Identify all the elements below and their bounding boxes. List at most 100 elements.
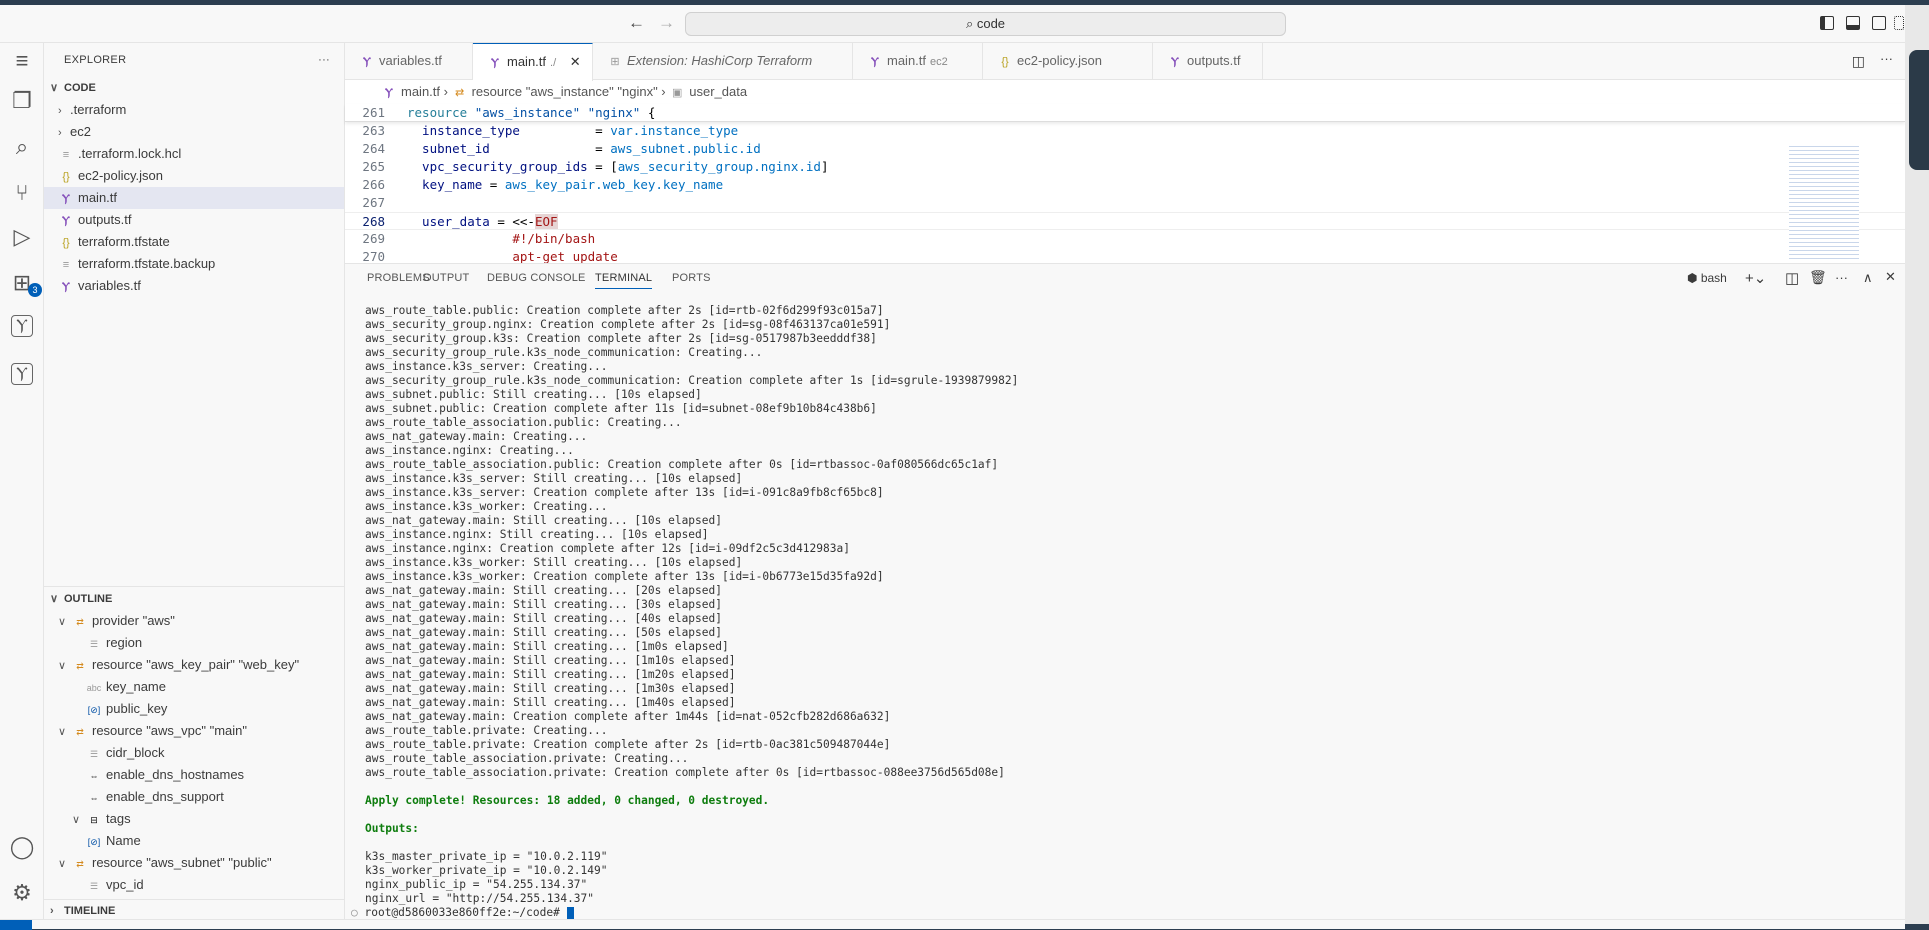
account-icon[interactable]: ◯	[8, 833, 36, 861]
trash-icon[interactable]: 🗑	[1809, 269, 1827, 286]
outline-item[interactable]: ☰ cidr_block	[44, 742, 344, 764]
tab-label: main.tf	[887, 53, 927, 68]
breadcrumb-item[interactable]: user_data	[689, 84, 747, 99]
outline-label: resource "aws_subnet" "public"	[92, 855, 272, 870]
terraform-icon[interactable]: Ⲩ	[11, 315, 33, 337]
more-actions-icon[interactable]: ···	[1880, 51, 1893, 66]
code-token: EOF	[534, 214, 558, 229]
minimap[interactable]	[1789, 143, 1859, 261]
outline-item[interactable]: ∨ ⇄ resource "aws_subnet" "public"	[44, 852, 344, 874]
toggle-secondary-sidebar-icon[interactable]	[1872, 16, 1886, 30]
section-outline[interactable]: ∨ OUTLINE	[44, 588, 344, 610]
menu-icon[interactable]: ≡	[8, 47, 36, 75]
file-item[interactable]: {} terraform.tfstate	[44, 231, 344, 253]
arrow-right-icon[interactable]: →	[658, 13, 675, 33]
terminal-line: aws_nat_gateway.main: Still creating... …	[365, 626, 722, 639]
tab-ports[interactable]: PORTS	[672, 272, 711, 284]
file-item[interactable]: Ⲩoutputs.tf	[44, 209, 344, 231]
search-icon[interactable]: ⌕	[8, 133, 36, 161]
tab-output[interactable]: OUTPUT	[423, 272, 469, 284]
extensions-icon[interactable]: ⊞ 3	[8, 269, 42, 297]
new-terminal-icon[interactable]: +⌄	[1745, 269, 1766, 287]
file-item[interactable]: Ⲩvariables.tf	[44, 275, 344, 297]
outline-item[interactable]: ∨ ⇄ resource "aws_vpc" "main"	[44, 720, 344, 742]
command-center-search[interactable]: ⌕ code	[685, 12, 1286, 36]
code-token: vpc_security_group_ids	[407, 159, 596, 174]
outline-item[interactable]: ☰ vpc_id	[44, 874, 344, 896]
outline-label: vpc_id	[106, 877, 144, 892]
terminal-line: aws_nat_gateway.main: Still creating... …	[365, 668, 736, 681]
chevron-down-icon[interactable]: ∨	[58, 611, 72, 633]
symbol-class-icon: ⇄	[76, 859, 84, 869]
code-token: subnet_id	[407, 141, 596, 156]
tab-label: variables.tf	[379, 53, 442, 68]
outline-item[interactable]: ∨ ⊟ tags	[44, 808, 344, 830]
more-actions-icon[interactable]: ···	[318, 43, 330, 77]
source-control-icon[interactable]: ⑂	[8, 179, 36, 207]
terminal-line: aws_route_table.private: Creating...	[365, 724, 608, 737]
close-panel-icon[interactable]: ✕	[1885, 269, 1896, 285]
terminal-line: aws_route_table.public: Creation complet…	[365, 304, 884, 317]
section-code[interactable]: ∨ CODE	[44, 77, 344, 99]
tab-terminal[interactable]: TERMINAL	[595, 272, 653, 289]
settings-gear-icon[interactable]: ⚙	[8, 879, 36, 907]
toggle-panel-icon[interactable]	[1846, 16, 1860, 30]
chevron-down-icon[interactable]: ∨	[58, 853, 72, 875]
split-terminal-icon[interactable]: ◫	[1785, 269, 1799, 287]
outline-item[interactable]: [⊘] Name	[44, 830, 344, 852]
outline-item[interactable]: [⊘] public_key	[44, 698, 344, 720]
line-number: 267	[362, 195, 385, 210]
terminal-output[interactable]: aws_route_table.public: Creation complet…	[351, 304, 1018, 920]
file-item[interactable]: {} ec2-policy.json	[44, 165, 344, 187]
file-item[interactable]: ≡ .terraform.lock.hcl	[44, 143, 344, 165]
section-timeline[interactable]: › TIMELINE	[44, 899, 344, 921]
more-actions-icon[interactable]: ···	[1835, 270, 1848, 285]
tab-ec2-policy-json[interactable]: {} ec2-policy.json	[983, 43, 1153, 80]
code-token: ]	[820, 159, 829, 174]
outline-item[interactable]: ☰ region	[44, 632, 344, 654]
tab-debug-console[interactable]: DEBUG CONSOLE	[487, 272, 586, 284]
chevron-down-icon: ∨	[50, 82, 59, 94]
tab-variables-tf[interactable]: Ⲩvariables.tf	[345, 43, 473, 80]
chevron-down-icon[interactable]: ∨	[58, 721, 72, 743]
run-debug-icon[interactable]: ▷	[8, 223, 36, 251]
tab-outputs-tf[interactable]: Ⲩoutputs.tf	[1153, 43, 1263, 80]
chevron-down-icon[interactable]: ∨	[58, 655, 72, 677]
outline-item[interactable]: abc key_name	[44, 676, 344, 698]
maximize-panel-icon[interactable]: ∧	[1863, 270, 1873, 286]
outline-item[interactable]: ⇔ enable_dns_support	[44, 786, 344, 808]
terminal-line: aws_security_group.k3s: Creation complet…	[365, 332, 877, 345]
tab-main-tf[interactable]: Ⲩmain.tf ec2	[853, 43, 983, 80]
terraform-file-icon: Ⲩ	[871, 56, 879, 68]
explorer-icon[interactable]: ❐	[8, 87, 36, 115]
file-item[interactable]: Ⲩmain.tf	[44, 187, 344, 209]
tab-description: ec2	[930, 56, 948, 68]
code-editor[interactable]: 261 resource "aws_instance" "nginx" {263 …	[345, 104, 1905, 266]
chevron-right-icon: ›	[58, 127, 62, 139]
file-item[interactable]: › .terraform	[44, 99, 344, 121]
file-item[interactable]: › ec2	[44, 121, 344, 143]
remote-indicator[interactable]	[0, 920, 32, 930]
chevron-right-icon: ›	[657, 84, 670, 99]
terraform-cloud-icon[interactable]: Ⲩ	[11, 363, 33, 385]
outline-item[interactable]: ⇔ enable_dns_hostnames	[44, 764, 344, 786]
split-editor-icon[interactable]: ◫	[1852, 53, 1865, 70]
file-item[interactable]: ≡ terraform.tfstate.backup	[44, 253, 344, 275]
chevron-down-icon[interactable]: ∨	[72, 809, 86, 831]
file-label: main.tf	[78, 190, 118, 205]
close-icon[interactable]: ✕	[566, 54, 581, 69]
customize-layout-icon[interactable]	[1894, 16, 1904, 30]
breadcrumb-item[interactable]: resource "aws_instance" "nginx"	[472, 84, 658, 99]
terminal-line: Outputs:	[365, 822, 419, 835]
outline-item[interactable]: ∨ ⇄ provider "aws"	[44, 610, 344, 632]
terminal-shell-selector[interactable]: ⬢ bash	[1687, 271, 1727, 285]
toggle-primary-sidebar-icon[interactable]	[1820, 16, 1834, 30]
code-token: instance_type	[407, 123, 596, 138]
tab-main-tf[interactable]: Ⲩmain.tf ./ ✕	[473, 43, 593, 81]
terminal-prompt-line[interactable]: ○ root@d5860033e860ff2e:~/code#	[351, 906, 1018, 920]
arrow-left-icon[interactable]: ←	[628, 13, 645, 33]
tab-extension-hashicorp-terraform[interactable]: ⊞ Extension: HashiCorp Terraform	[593, 43, 853, 80]
tab-problems[interactable]: PROBLEMS	[367, 272, 430, 284]
outline-item[interactable]: ∨ ⇄ resource "aws_key_pair" "web_key"	[44, 654, 344, 676]
breadcrumb-item[interactable]: main.tf	[401, 84, 440, 99]
